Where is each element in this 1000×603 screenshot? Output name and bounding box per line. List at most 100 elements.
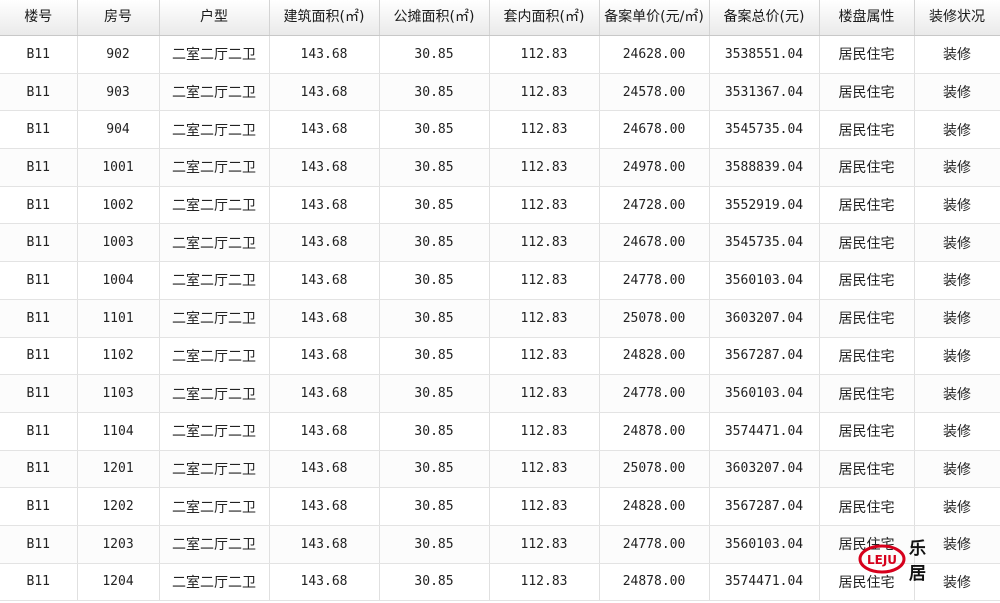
cell-total-price: 3603207.04 bbox=[709, 450, 820, 489]
cell-shared-area: 30.85 bbox=[379, 223, 490, 263]
cell-unit-price: 24828.00 bbox=[599, 337, 710, 376]
header-layout: 户型 bbox=[159, 0, 270, 36]
table-row: B11 903 二室二厅二卫 143.68 30.85 112.83 24578.00 353… bbox=[0, 73, 1000, 112]
cell-shared-area: 30.85 bbox=[379, 261, 490, 300]
cell-building-no: B11 bbox=[0, 487, 78, 526]
cell-unit-price: 24578.00 bbox=[599, 73, 710, 112]
cell-room-no: 1003 bbox=[77, 223, 160, 263]
cell-decoration: 装修 bbox=[914, 525, 1000, 564]
cell-total-price: 3574471.04 bbox=[709, 412, 820, 451]
cell-layout: 二室二厅二卫 bbox=[159, 299, 270, 338]
cell-inner-area: 112.83 bbox=[489, 186, 600, 225]
table-row: B11 1203 二室二厅二卫 143.68 30.85 112.83 24778.00 35… bbox=[0, 525, 1000, 564]
cell-building-no: B11 bbox=[0, 186, 78, 225]
cell-layout: 二室二厅二卫 bbox=[159, 186, 270, 225]
cell-inner-area: 112.83 bbox=[489, 148, 600, 187]
cell-layout: 二室二厅二卫 bbox=[159, 412, 270, 451]
cell-decoration: 装修 bbox=[914, 73, 1000, 112]
cell-shared-area: 30.85 bbox=[379, 148, 490, 187]
table-row: B11 902 二室二厅二卫 143.68 30.85 112.83 24628.00 353… bbox=[0, 35, 1000, 74]
cell-property-type: 居民住宅 bbox=[819, 223, 915, 263]
table-row: B11 904 二室二厅二卫 143.68 30.85 112.83 24678.00 354… bbox=[0, 110, 1000, 150]
header-decoration: 装修状况 bbox=[914, 0, 1000, 36]
cell-building-no: B11 bbox=[0, 412, 78, 451]
cell-decoration: 装修 bbox=[914, 223, 1000, 263]
cell-decoration: 装修 bbox=[914, 261, 1000, 300]
cell-gross-area: 143.68 bbox=[269, 186, 380, 225]
cell-inner-area: 112.83 bbox=[489, 261, 600, 300]
cell-shared-area: 30.85 bbox=[379, 73, 490, 112]
cell-inner-area: 112.83 bbox=[489, 110, 600, 150]
cell-gross-area: 143.68 bbox=[269, 299, 380, 338]
cell-decoration: 装修 bbox=[914, 148, 1000, 187]
cell-property-type: 居民住宅 bbox=[819, 299, 915, 338]
cell-shared-area: 30.85 bbox=[379, 299, 490, 338]
cell-gross-area: 143.68 bbox=[269, 261, 380, 300]
cell-total-price: 3567287.04 bbox=[709, 487, 820, 526]
cell-property-type: 居民住宅 bbox=[819, 563, 915, 602]
cell-total-price: 3574471.04 bbox=[709, 563, 820, 602]
cell-total-price: 3545735.04 bbox=[709, 223, 820, 263]
cell-unit-price: 24878.00 bbox=[599, 412, 710, 451]
cell-shared-area: 30.85 bbox=[379, 374, 490, 413]
cell-inner-area: 112.83 bbox=[489, 450, 600, 489]
cell-decoration: 装修 bbox=[914, 186, 1000, 225]
cell-property-type: 居民住宅 bbox=[819, 374, 915, 413]
cell-gross-area: 143.68 bbox=[269, 148, 380, 187]
cell-decoration: 装修 bbox=[914, 374, 1000, 413]
cell-room-no: 1004 bbox=[77, 261, 160, 300]
cell-gross-area: 143.68 bbox=[269, 450, 380, 489]
cell-room-no: 1104 bbox=[77, 412, 160, 451]
cell-building-no: B11 bbox=[0, 148, 78, 187]
cell-property-type: 居民住宅 bbox=[819, 73, 915, 112]
cell-building-no: B11 bbox=[0, 563, 78, 602]
cell-total-price: 3588839.04 bbox=[709, 148, 820, 187]
cell-gross-area: 143.68 bbox=[269, 563, 380, 602]
cell-building-no: B11 bbox=[0, 337, 78, 376]
cell-property-type: 居民住宅 bbox=[819, 337, 915, 376]
cell-layout: 二室二厅二卫 bbox=[159, 450, 270, 489]
cell-room-no: 1102 bbox=[77, 337, 160, 376]
cell-unit-price: 24878.00 bbox=[599, 563, 710, 602]
cell-layout: 二室二厅二卫 bbox=[159, 487, 270, 526]
cell-layout: 二室二厅二卫 bbox=[159, 148, 270, 187]
cell-building-no: B11 bbox=[0, 110, 78, 150]
cell-room-no: 1101 bbox=[77, 299, 160, 338]
cell-building-no: B11 bbox=[0, 525, 78, 564]
cell-unit-price: 25078.00 bbox=[599, 299, 710, 338]
header-building-no: 楼号 bbox=[0, 0, 78, 36]
cell-gross-area: 143.68 bbox=[269, 337, 380, 376]
cell-inner-area: 112.83 bbox=[489, 35, 600, 74]
cell-unit-price: 24678.00 bbox=[599, 223, 710, 263]
cell-inner-area: 112.83 bbox=[489, 487, 600, 526]
table-row: B11 1004 二室二厅二卫 143.68 30.85 112.83 24778.00 35… bbox=[0, 261, 1000, 300]
cell-shared-area: 30.85 bbox=[379, 563, 490, 602]
cell-property-type: 居民住宅 bbox=[819, 148, 915, 187]
table-row: B11 1204 二室二厅二卫 143.68 30.85 112.83 24878.00 35… bbox=[0, 563, 1000, 602]
cell-room-no: 1202 bbox=[77, 487, 160, 526]
table-row: B11 1201 二室二厅二卫 143.68 30.85 112.83 25078.00 36… bbox=[0, 450, 1000, 489]
cell-building-no: B11 bbox=[0, 450, 78, 489]
cell-building-no: B11 bbox=[0, 223, 78, 263]
cell-total-price: 3560103.04 bbox=[709, 261, 820, 300]
cell-property-type: 居民住宅 bbox=[819, 261, 915, 300]
cell-inner-area: 112.83 bbox=[489, 73, 600, 112]
cell-decoration: 装修 bbox=[914, 337, 1000, 376]
cell-total-price: 3567287.04 bbox=[709, 337, 820, 376]
cell-gross-area: 143.68 bbox=[269, 223, 380, 263]
header-total-price: 备案总价(元) bbox=[709, 0, 820, 36]
cell-inner-area: 112.83 bbox=[489, 374, 600, 413]
header-gross-area: 建筑面积(㎡) bbox=[269, 0, 380, 36]
cell-building-no: B11 bbox=[0, 73, 78, 112]
cell-gross-area: 143.68 bbox=[269, 35, 380, 74]
header-unit-price: 备案单价(元/㎡) bbox=[599, 0, 710, 36]
cell-shared-area: 30.85 bbox=[379, 110, 490, 150]
cell-layout: 二室二厅二卫 bbox=[159, 35, 270, 74]
cell-property-type: 居民住宅 bbox=[819, 110, 915, 150]
cell-decoration: 装修 bbox=[914, 35, 1000, 74]
cell-gross-area: 143.68 bbox=[269, 412, 380, 451]
cell-property-type: 居民住宅 bbox=[819, 450, 915, 489]
header-shared-area: 公摊面积(㎡) bbox=[379, 0, 490, 36]
cell-property-type: 居民住宅 bbox=[819, 412, 915, 451]
cell-unit-price: 25078.00 bbox=[599, 450, 710, 489]
